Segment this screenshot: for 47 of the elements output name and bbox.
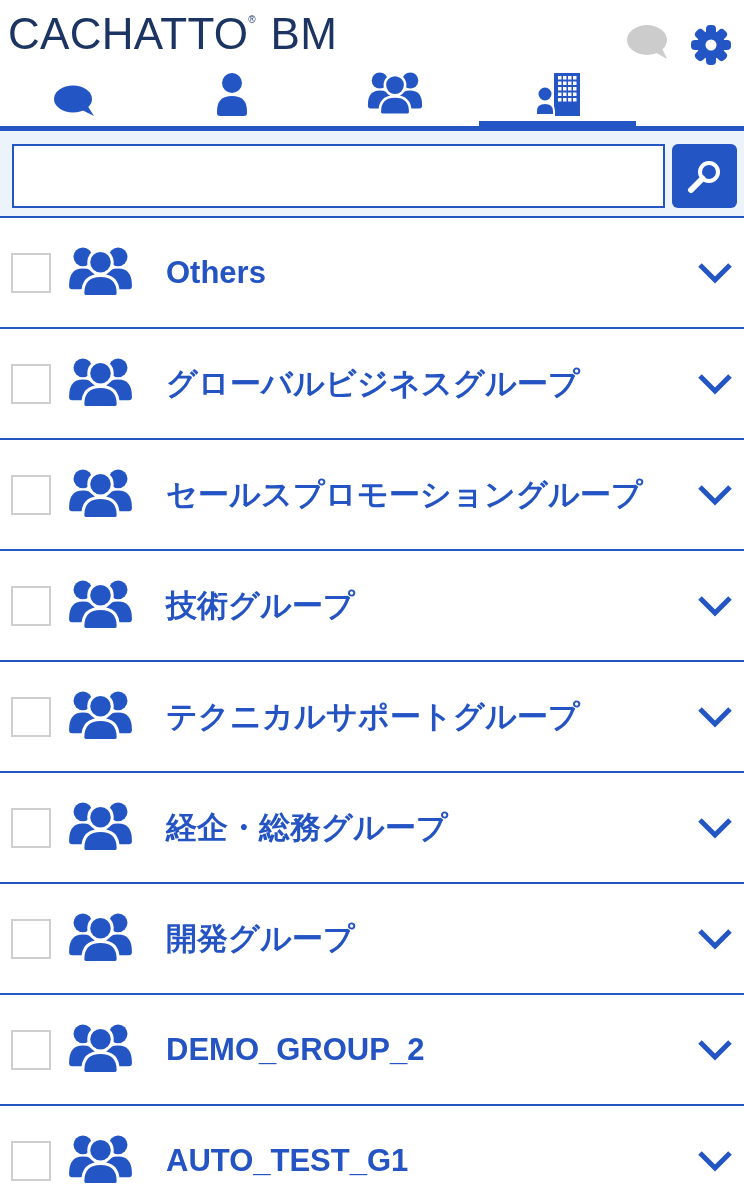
person-icon [216, 73, 247, 116]
chevron-icon[interactable] [697, 261, 733, 284]
group-icon [68, 358, 133, 409]
chevron-icon[interactable] [697, 372, 733, 395]
chevron-icon[interactable] [697, 705, 733, 728]
group-name[interactable]: セールスプロモーショングループ [166, 475, 697, 514]
chat-bubble-icon [627, 25, 667, 59]
group-checkbox[interactable] [11, 696, 51, 737]
group-icon [68, 1024, 133, 1075]
group-checkbox[interactable] [11, 474, 51, 515]
brand-logo: CACHATTO$^{®}$ BM [8, 14, 338, 54]
group-icon [68, 580, 133, 631]
group-icon [68, 913, 133, 964]
group-name[interactable]: テクニカルサポートグループ [166, 697, 697, 736]
person-building-icon [535, 73, 580, 116]
group-checkbox[interactable] [11, 1029, 51, 1070]
group-checkbox[interactable] [11, 252, 51, 293]
settings-button[interactable] [691, 25, 731, 65]
chevron-icon[interactable] [697, 816, 733, 839]
chevron-icon[interactable] [697, 594, 733, 617]
chevron-icon[interactable] [697, 927, 733, 950]
chevron-icon[interactable] [697, 1149, 733, 1172]
group-icon [68, 247, 133, 298]
search-field[interactable] [12, 144, 665, 208]
group-name[interactable]: DEMO_GROUP_2 [166, 1030, 697, 1069]
group-icon [366, 72, 423, 116]
chevron-icon[interactable] [697, 1038, 733, 1061]
search-icon [686, 158, 723, 194]
group-name[interactable]: Others [166, 253, 697, 292]
group-icon [68, 691, 133, 742]
search-button[interactable] [672, 144, 737, 208]
group-checkbox[interactable] [11, 918, 51, 959]
group-checkbox[interactable] [11, 585, 51, 626]
group-name[interactable]: AUTO_TEST_G1 [166, 1141, 697, 1180]
group-name[interactable]: 技術グループ [166, 586, 697, 625]
group-name[interactable]: 開発グループ [166, 919, 697, 958]
group-icon [68, 469, 133, 520]
group-checkbox[interactable] [11, 363, 51, 404]
group-icon [68, 802, 133, 853]
group-name[interactable]: 経企・総務グループ [166, 808, 697, 847]
chevron-icon[interactable] [697, 483, 733, 506]
group-name[interactable]: グローバルビジネスグループ [166, 364, 697, 403]
group-checkbox[interactable] [11, 807, 51, 848]
settings-icon [691, 25, 731, 65]
group-checkbox[interactable] [11, 1140, 51, 1181]
chat-bubble-icon [53, 85, 94, 116]
group-icon [68, 1135, 133, 1186]
